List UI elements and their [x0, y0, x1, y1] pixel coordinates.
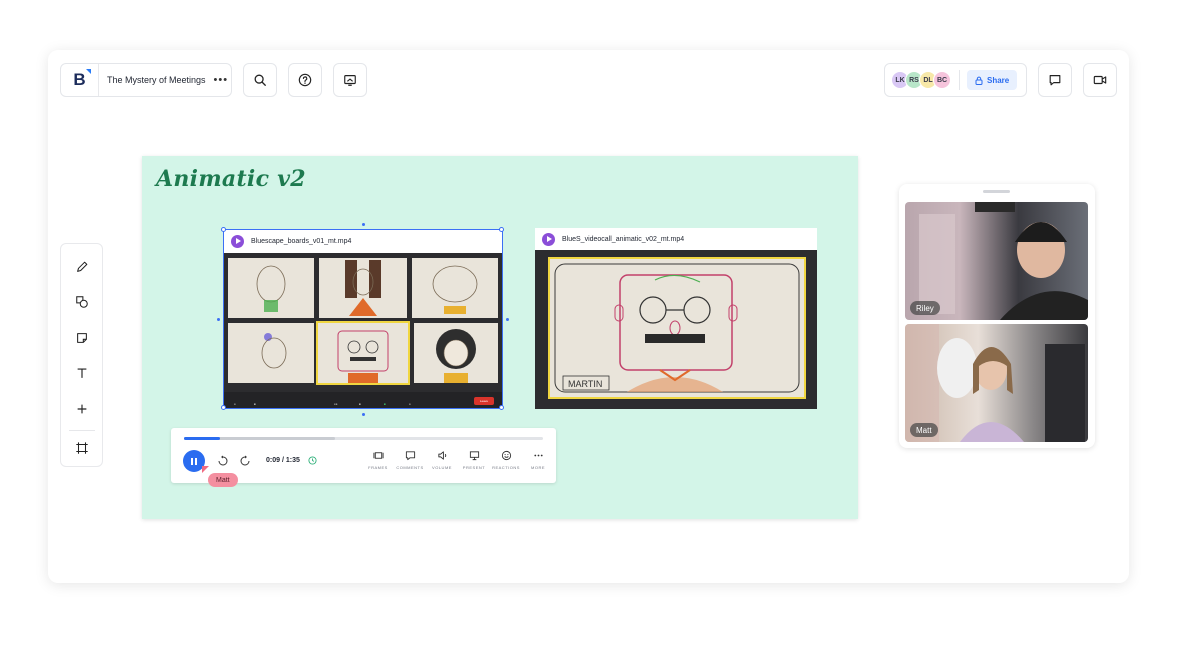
- speaker-icon: [437, 451, 446, 460]
- resize-handle[interactable]: [221, 227, 226, 232]
- participant-video[interactable]: Matt: [905, 324, 1088, 442]
- plus-icon: [77, 404, 86, 414]
- tools-toolbar: [60, 243, 103, 467]
- present-icon: [469, 451, 479, 461]
- video-header: BlueS_videocall_animatic_v02_mt.mp4: [535, 228, 817, 250]
- chat-icon: [1049, 75, 1061, 86]
- screen-share-button[interactable]: [333, 63, 367, 97]
- divider: [959, 70, 960, 90]
- video-call-button[interactable]: [1083, 63, 1117, 97]
- comments-control[interactable]: COMMENTS: [395, 450, 425, 470]
- avatar[interactable]: BC: [933, 71, 951, 89]
- search-button[interactable]: [243, 63, 277, 97]
- participant-name: Riley: [910, 301, 940, 315]
- panel-drag-handle[interactable]: [983, 190, 1010, 193]
- participant-name: Matt: [910, 423, 938, 437]
- lock-icon: [975, 76, 983, 85]
- pen-tool[interactable]: [61, 253, 102, 281]
- control-label: VOLUME: [432, 465, 452, 470]
- pause-icon: [191, 457, 193, 465]
- logo-letter: B: [73, 69, 92, 89]
- screen-share-icon: [344, 75, 356, 86]
- pause-icon-bar: [195, 457, 197, 465]
- participant-video[interactable]: Riley: [905, 202, 1088, 320]
- control-label: REACTIONS: [492, 465, 520, 470]
- canvas-frame[interactable]: Animatic v2 Bluescape_boards_v01_mt.mp4: [142, 156, 858, 519]
- smiley-icon: [501, 450, 511, 461]
- video-play-icon[interactable]: [542, 232, 555, 246]
- video-content[interactable]: MARTIN: [535, 250, 817, 409]
- drawing-name-tag: MARTIN: [568, 379, 602, 389]
- collaborator-cursor-tag: Matt: [208, 473, 238, 487]
- selection-outline: [223, 229, 503, 409]
- present-control[interactable]: PRESENT: [459, 450, 489, 470]
- control-label: MORE: [531, 465, 545, 470]
- more-control[interactable]: MORE: [523, 450, 553, 470]
- shapes-tool[interactable]: [61, 288, 102, 316]
- frame-icon: [75, 442, 88, 454]
- volume-control[interactable]: VOLUME: [427, 450, 457, 470]
- rewind-icon[interactable]: [217, 455, 229, 467]
- video-file-name: BlueS_videocall_animatic_v02_mt.mp4: [562, 235, 685, 243]
- sticky-note-tool[interactable]: [61, 324, 102, 352]
- help-button[interactable]: [288, 63, 322, 97]
- board-title-bar: B The Mystery of Meetings •••: [60, 63, 232, 97]
- edge-handle[interactable]: [362, 223, 365, 226]
- video-call-panel: Riley Matt: [899, 184, 1095, 448]
- duration: 1:35: [285, 457, 300, 464]
- animatic-frame-drawing: MARTIN: [548, 257, 806, 399]
- fast-forward-icon[interactable]: [239, 455, 251, 467]
- video-player-controls: 0:09 / 1:35 FRAMES COMMENTS VOLUME PRESE…: [171, 428, 556, 487]
- board-menu-icon[interactable]: •••: [214, 74, 229, 86]
- collaborators-bar: LK RS DL BC Share: [884, 63, 1027, 97]
- share-button[interactable]: Share: [967, 70, 1018, 90]
- text-tool[interactable]: [61, 359, 102, 387]
- chat-button[interactable]: [1038, 63, 1072, 97]
- video-camera-icon: [1093, 75, 1107, 85]
- sticky-note-icon: [76, 333, 87, 343]
- resize-handle[interactable]: [499, 227, 504, 232]
- progress-bar[interactable]: [184, 437, 543, 440]
- help-icon: [298, 73, 312, 87]
- clock-icon[interactable]: [308, 456, 317, 465]
- control-label: PRESENT: [462, 465, 486, 470]
- resize-handle[interactable]: [499, 405, 504, 410]
- share-label: Share: [987, 75, 1010, 85]
- comment-icon: [405, 451, 415, 461]
- divider: [69, 430, 95, 431]
- frames-control[interactable]: FRAMES: [363, 450, 393, 470]
- frames-icon: [372, 452, 384, 459]
- app-logo[interactable]: B: [61, 64, 99, 96]
- text-icon: [77, 368, 86, 378]
- edge-handle[interactable]: [506, 318, 509, 321]
- progress-fill: [184, 437, 220, 440]
- edge-handle[interactable]: [362, 413, 365, 416]
- cursor-pointer-icon: [202, 466, 209, 473]
- current-time: 0:09: [266, 457, 281, 464]
- reactions-control[interactable]: REACTIONS: [491, 450, 521, 470]
- frame-title[interactable]: Animatic v2: [156, 166, 306, 192]
- frame-tool[interactable]: [61, 434, 102, 462]
- control-label: FRAMES: [368, 465, 388, 470]
- more-icon: [533, 454, 543, 457]
- edge-handle[interactable]: [217, 318, 220, 321]
- whiteboard-app: B The Mystery of Meetings ••• LK RS DL B…: [48, 50, 1129, 583]
- pencil-icon: [76, 261, 87, 272]
- control-label: COMMENTS: [396, 465, 424, 470]
- add-tool[interactable]: [61, 395, 102, 423]
- search-icon: [254, 74, 266, 86]
- resize-handle[interactable]: [221, 405, 226, 410]
- playback-time: 0:09 / 1:35: [266, 457, 300, 464]
- video-card-animatic[interactable]: BlueS_videocall_animatic_v02_mt.mp4 MART…: [535, 228, 817, 409]
- shapes-icon: [75, 296, 88, 308]
- board-title[interactable]: The Mystery of Meetings: [107, 75, 206, 85]
